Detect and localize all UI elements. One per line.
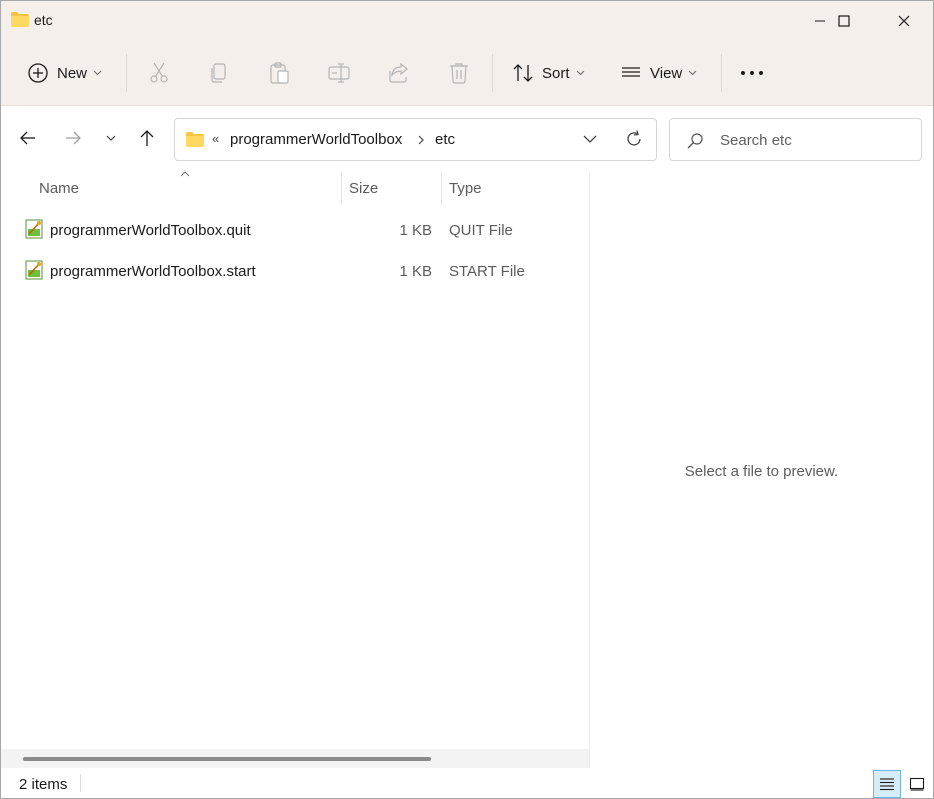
tiles-view-icon [909, 777, 925, 791]
folder-icon [11, 12, 29, 27]
more-icon [741, 71, 763, 75]
status-separator [80, 774, 81, 792]
copy-icon[interactable] [207, 61, 231, 85]
file-icon [25, 219, 43, 239]
share-icon[interactable] [387, 61, 411, 85]
large-icons-view-button[interactable] [903, 770, 931, 798]
sort-ascending-icon [180, 171, 190, 177]
view-label: View [650, 64, 683, 82]
file-row[interactable]: programmerWorldToolbox.start 1 KB START … [1, 252, 589, 292]
close-button[interactable] [881, 1, 927, 41]
delete-icon[interactable] [447, 61, 471, 85]
rename-icon[interactable] [327, 61, 351, 85]
toolbar-separator [492, 54, 493, 92]
file-explorer-window: etc New Sort View « programmerWorldToolb… [0, 0, 934, 799]
file-name: programmerWorldToolbox.quit [50, 222, 251, 239]
chevron-down-icon [93, 70, 102, 76]
chevron-down-icon[interactable] [583, 135, 597, 143]
back-button[interactable] [16, 126, 40, 150]
folder-icon [186, 132, 204, 147]
breadcrumb-programmerworldtoolbox[interactable]: programmerWorldToolbox [230, 131, 402, 148]
close-icon [898, 15, 910, 27]
arrow-left-icon [20, 131, 35, 145]
item-count: 2 items [19, 776, 68, 793]
search-box[interactable]: Search etc [669, 118, 922, 161]
chevron-right-icon[interactable] [418, 135, 424, 145]
view-button[interactable]: View [620, 58, 697, 88]
new-button[interactable]: New [27, 58, 102, 88]
column-divider[interactable] [341, 172, 342, 205]
file-icon [25, 260, 43, 280]
breadcrumb-etc[interactable]: etc [435, 131, 455, 148]
search-icon [687, 133, 703, 149]
status-bar: 2 items [1, 768, 933, 798]
column-header-type[interactable]: Type [449, 180, 482, 197]
chevron-down-icon [106, 135, 116, 141]
file-size: 1 KB [399, 222, 432, 239]
search-input[interactable]: Search etc [720, 132, 792, 149]
maximize-button[interactable] [821, 1, 867, 41]
sort-button[interactable]: Sort [512, 58, 585, 88]
window-title: etc [34, 12, 53, 28]
preview-pane: Select a file to preview. [590, 172, 933, 768]
address-bar[interactable]: « programmerWorldToolbox etc [174, 118, 657, 161]
view-list-icon [622, 67, 640, 77]
file-size: 1 KB [399, 263, 432, 280]
title-bar: etc [1, 1, 933, 41]
column-header-name[interactable]: Name [39, 180, 79, 197]
refresh-icon[interactable] [624, 129, 644, 149]
toolbar-separator [126, 54, 127, 92]
more-options-button[interactable] [740, 58, 764, 88]
new-label: New [57, 64, 88, 82]
column-header-size[interactable]: Size [349, 180, 378, 197]
sort-label: Sort [542, 64, 570, 82]
preview-message: Select a file to preview. [684, 463, 839, 480]
recent-locations-button[interactable] [99, 126, 123, 150]
details-view-button[interactable] [873, 770, 901, 798]
hidden-path-chevron-icon[interactable]: « [212, 131, 219, 146]
sort-icon [513, 64, 533, 82]
up-button[interactable] [135, 126, 159, 150]
file-type: START File [449, 263, 525, 280]
details-view-icon [880, 778, 894, 791]
forward-button[interactable] [61, 126, 85, 150]
paste-icon[interactable] [267, 61, 291, 85]
column-divider[interactable] [441, 172, 442, 205]
arrow-right-icon [66, 131, 81, 145]
plus-circle-icon [28, 63, 48, 83]
navigation-bar: « programmerWorldToolbox etc Search etc [1, 106, 933, 172]
chevron-down-icon [688, 70, 697, 76]
chevron-down-icon [576, 70, 584, 76]
file-row[interactable]: programmerWorldToolbox.quit 1 KB QUIT Fi… [1, 211, 589, 251]
command-bar: New Sort View [1, 41, 933, 106]
file-type: QUIT File [449, 222, 513, 239]
file-name: programmerWorldToolbox.start [50, 263, 256, 280]
file-list: Name Size Type programmerWorldToolbox.qu… [1, 171, 589, 768]
horizontal-scrollbar[interactable] [1, 749, 589, 769]
toolbar-separator [721, 54, 722, 92]
cut-icon[interactable] [147, 61, 171, 85]
scrollbar-thumb[interactable] [23, 757, 431, 761]
maximize-icon [838, 15, 850, 27]
arrow-up-icon [140, 130, 154, 146]
